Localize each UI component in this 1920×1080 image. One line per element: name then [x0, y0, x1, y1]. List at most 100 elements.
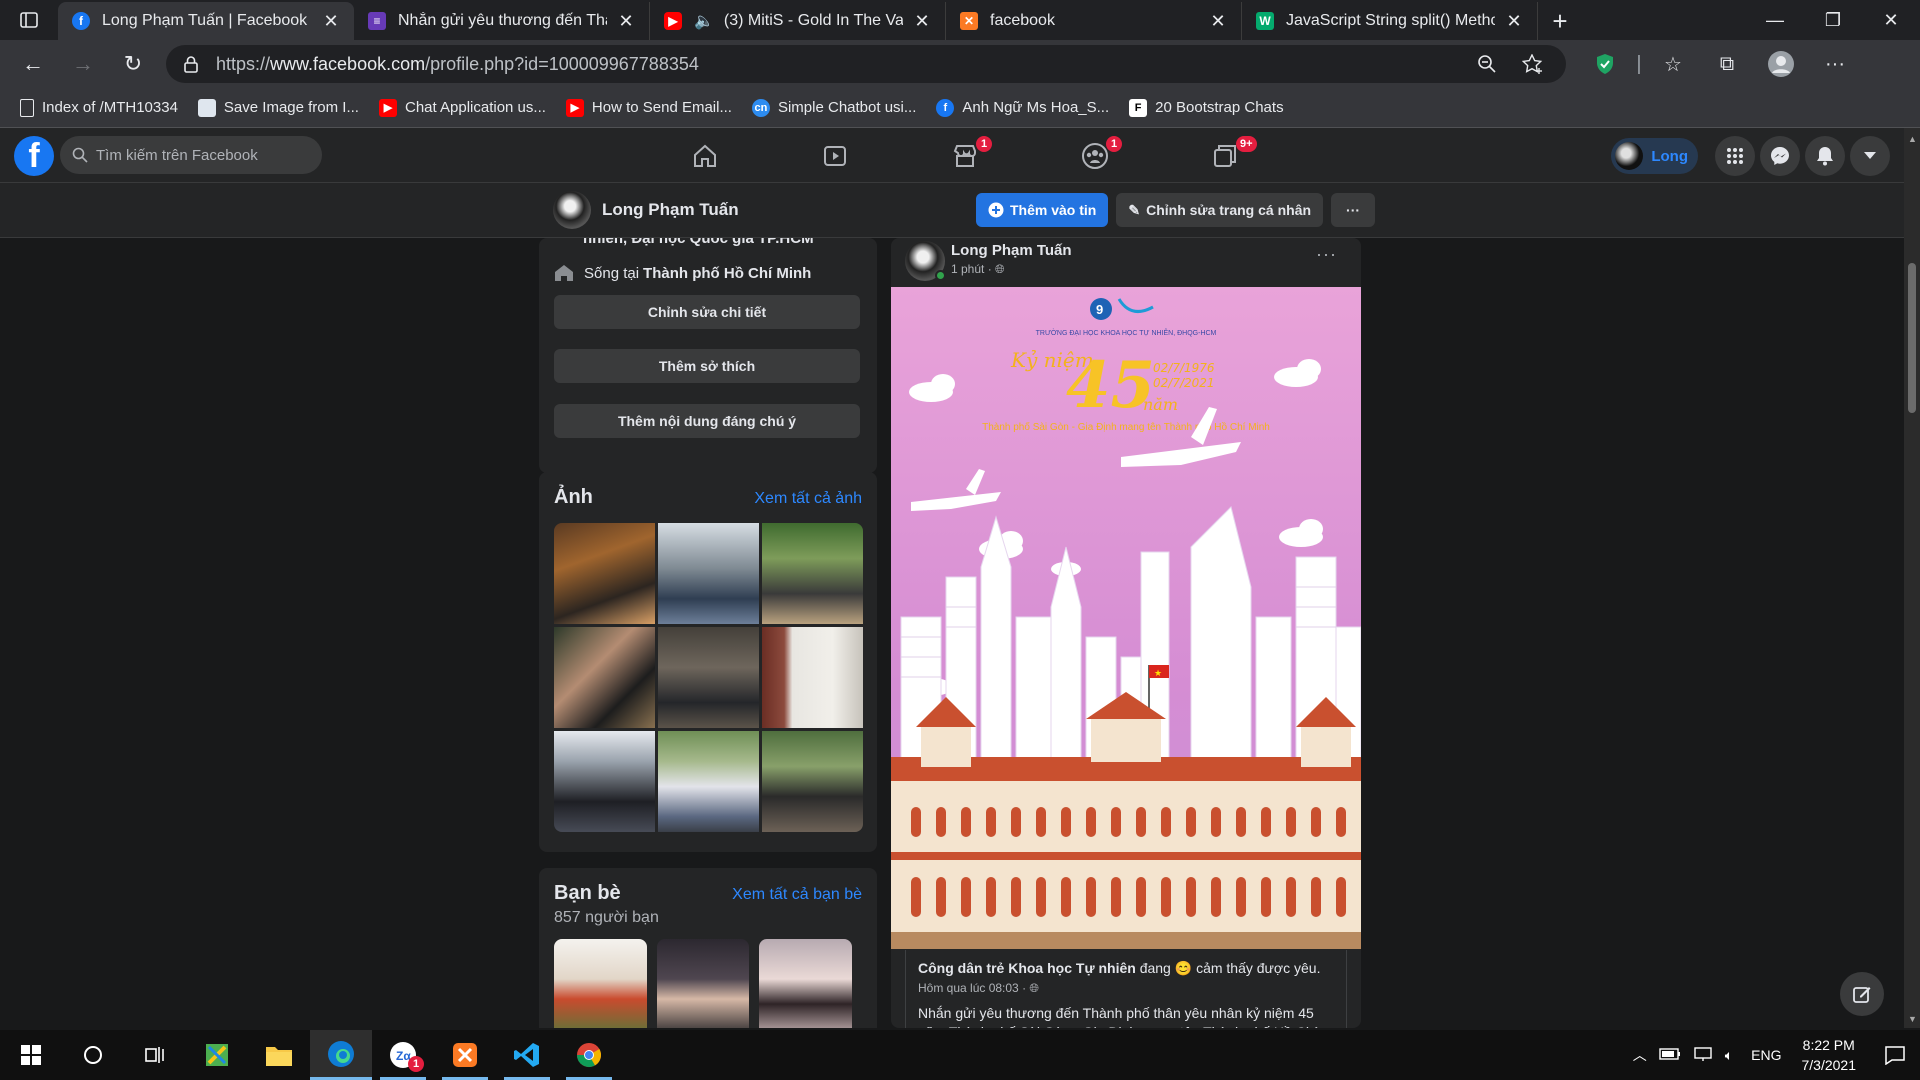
tab-forms[interactable]: ≡ Nhắn gửi yêu thương đến Thành ✕ [354, 2, 650, 40]
new-message-button[interactable] [1840, 972, 1884, 1016]
minimize-button[interactable]: — [1746, 0, 1804, 40]
post-image[interactable]: 9 TRƯỜNG ĐẠI HỌC KHOA HỌC TỰ NHIÊN, ĐHQG… [891, 287, 1361, 949]
shared-post-author[interactable]: Công dân trẻ Khoa học Tự nhiên [918, 960, 1136, 976]
bookmark-item[interactable]: ▶ How to Send Email... [565, 98, 732, 117]
refresh-button[interactable]: ↻ [108, 40, 158, 88]
tab-actions-button[interactable] [0, 0, 58, 40]
shared-post-meta[interactable]: Hôm qua lúc 08:03 · 🌐︎ [918, 981, 1334, 996]
profile-chip[interactable]: Long [1611, 138, 1698, 174]
collections-icon[interactable]: ⧉ [1700, 40, 1754, 88]
avatar[interactable] [905, 241, 946, 281]
facebook-search-input[interactable]: Tìm kiếm trên Facebook [60, 136, 322, 174]
photo-thumbnail[interactable] [658, 523, 759, 624]
taskbar-clock[interactable]: 8:22 PM 7/3/2021 [1802, 1035, 1857, 1075]
bookmark-item[interactable]: Index of /MTH10334 [20, 98, 178, 117]
watch-tab[interactable] [770, 128, 900, 183]
post-meta[interactable]: 1 phút · 🌐︎ [951, 262, 1005, 277]
bookmark-item[interactable]: ▶ Chat Application us... [378, 98, 546, 117]
scroll-up-arrow-icon[interactable]: ▲ [1908, 134, 1917, 144]
favorites-icon[interactable]: ☆ [1646, 40, 1700, 88]
taskbar-app-vscode[interactable] [496, 1030, 558, 1080]
battery-icon[interactable] [1659, 1047, 1681, 1063]
close-tab-icon[interactable]: ✕ [913, 11, 931, 32]
settings-more-icon[interactable]: ··· [1808, 40, 1862, 88]
close-tab-icon[interactable]: ✕ [617, 11, 635, 32]
profile-icon[interactable] [1754, 40, 1808, 88]
photo-thumbnail[interactable] [554, 523, 655, 624]
close-tab-icon[interactable]: ✕ [1209, 11, 1227, 32]
friend-photo[interactable] [554, 939, 647, 1028]
gaming-tab[interactable]: 9+ [1160, 128, 1290, 183]
messenger-button[interactable] [1760, 136, 1800, 176]
speaker-icon[interactable]: 🔈 [694, 11, 714, 31]
post-more-button[interactable]: ··· [1316, 244, 1337, 265]
marketplace-tab[interactable]: 1 [900, 128, 1030, 183]
tab-youtube[interactable]: ▶ 🔈 (3) MitiS - Gold In The Valle ✕ [650, 2, 946, 40]
notifications-button[interactable] [1805, 136, 1845, 176]
photo-thumbnail[interactable] [554, 731, 655, 832]
add-hobbies-button[interactable]: Thêm sở thích [554, 349, 860, 383]
photo-thumbnail[interactable] [658, 731, 759, 832]
tab-facebook-profile[interactable]: f Long Phạm Tuấn | Facebook ✕ [58, 2, 354, 40]
photo-thumbnail[interactable] [762, 523, 863, 624]
show-hidden-icons-icon[interactable]: ︿ [1633, 1045, 1647, 1065]
post-author[interactable]: Long Phạm Tuấn [951, 242, 1072, 259]
see-all-photos-link[interactable]: Xem tất cả ảnh [754, 490, 862, 508]
friend-photo[interactable] [759, 939, 853, 1028]
home-tab[interactable] [640, 128, 770, 183]
photo-thumbnail[interactable] [762, 627, 863, 728]
edit-profile-button[interactable]: ✎ Chỉnh sửa trang cá nhân [1116, 193, 1324, 227]
forward-button[interactable]: → [58, 40, 108, 88]
close-tab-icon[interactable]: ✕ [1505, 11, 1523, 32]
menu-button[interactable] [1715, 136, 1755, 176]
taskbar-app-explorer[interactable] [248, 1030, 310, 1080]
new-tab-button[interactable]: + [1538, 2, 1582, 40]
zoom-icon[interactable] [1464, 54, 1510, 74]
bookmark-item[interactable]: f Anh Ngữ Ms Hoa_S... [936, 98, 1109, 117]
task-view-button[interactable] [124, 1030, 186, 1080]
tab-xampp[interactable]: ✕ facebook ✕ [946, 2, 1242, 40]
profile-name[interactable]: Long Phạm Tuấn [602, 200, 739, 220]
taskbar-app-edge[interactable] [310, 1030, 372, 1080]
scroll-down-arrow-icon[interactable]: ▼ [1908, 1014, 1917, 1024]
lives-in-city[interactable]: Thành phố Hồ Chí Minh [643, 265, 811, 282]
add-story-button[interactable]: Thêm vào tin [976, 193, 1109, 227]
restore-button[interactable]: ❐ [1804, 0, 1862, 40]
more-options-button[interactable]: ··· [1331, 193, 1376, 227]
taskbar-app-chrome[interactable] [558, 1030, 620, 1080]
address-bar[interactable]: https://www.facebook.com/profile.php?id=… [166, 45, 1566, 83]
search-button[interactable] [62, 1030, 124, 1080]
photo-thumbnail[interactable] [658, 627, 759, 728]
account-button[interactable] [1850, 136, 1890, 176]
see-all-friends-link[interactable]: Xem tất cả bạn bè [732, 886, 862, 904]
taskbar-app-snipping[interactable] [186, 1030, 248, 1080]
photo-thumbnail[interactable] [762, 731, 863, 832]
avatar[interactable] [553, 191, 591, 229]
friend-photo[interactable] [656, 939, 750, 1028]
taskbar-app-xampp[interactable] [434, 1030, 496, 1080]
action-center-button[interactable] [1870, 1030, 1920, 1080]
add-featured-button[interactable]: Thêm nội dung đáng chú ý [554, 404, 860, 438]
lock-icon[interactable] [182, 55, 200, 73]
close-window-button[interactable]: ✕ [1862, 0, 1920, 40]
facebook-logo-icon[interactable]: f [14, 136, 54, 176]
bookmark-item[interactable]: Save Image from I... [197, 98, 359, 117]
shared-post[interactable]: Công dân trẻ Khoa học Tự nhiên đang 😊 cả… [905, 950, 1347, 1028]
tab-w3schools[interactable]: W JavaScript String split() Method ✕ [1242, 2, 1538, 40]
start-button[interactable] [0, 1030, 62, 1080]
page-scrollbar[interactable]: ▲ ▼ [1904, 128, 1920, 1028]
bookmark-item[interactable]: F 20 Bootstrap Chats [1129, 98, 1284, 117]
bookmark-item[interactable]: cn Simple Chatbot usi... [751, 98, 916, 117]
edit-details-button[interactable]: Chỉnh sửa chi tiết [554, 295, 860, 329]
input-language[interactable]: ENG [1751, 1047, 1781, 1063]
network-icon[interactable] [1693, 1046, 1713, 1065]
photo-thumbnail[interactable] [554, 627, 655, 728]
close-tab-icon[interactable]: ✕ [322, 11, 340, 32]
scrollbar-thumb[interactable] [1908, 263, 1916, 413]
taskbar-app-messenger[interactable]: Zα 1 [372, 1030, 434, 1080]
groups-tab[interactable]: 1 [1030, 128, 1160, 183]
back-button[interactable]: ← [8, 40, 58, 88]
volume-icon[interactable]: 🔈︎ [1725, 1047, 1733, 1064]
shield-extension-icon[interactable] [1578, 40, 1632, 88]
add-favorite-icon[interactable] [1510, 54, 1556, 74]
